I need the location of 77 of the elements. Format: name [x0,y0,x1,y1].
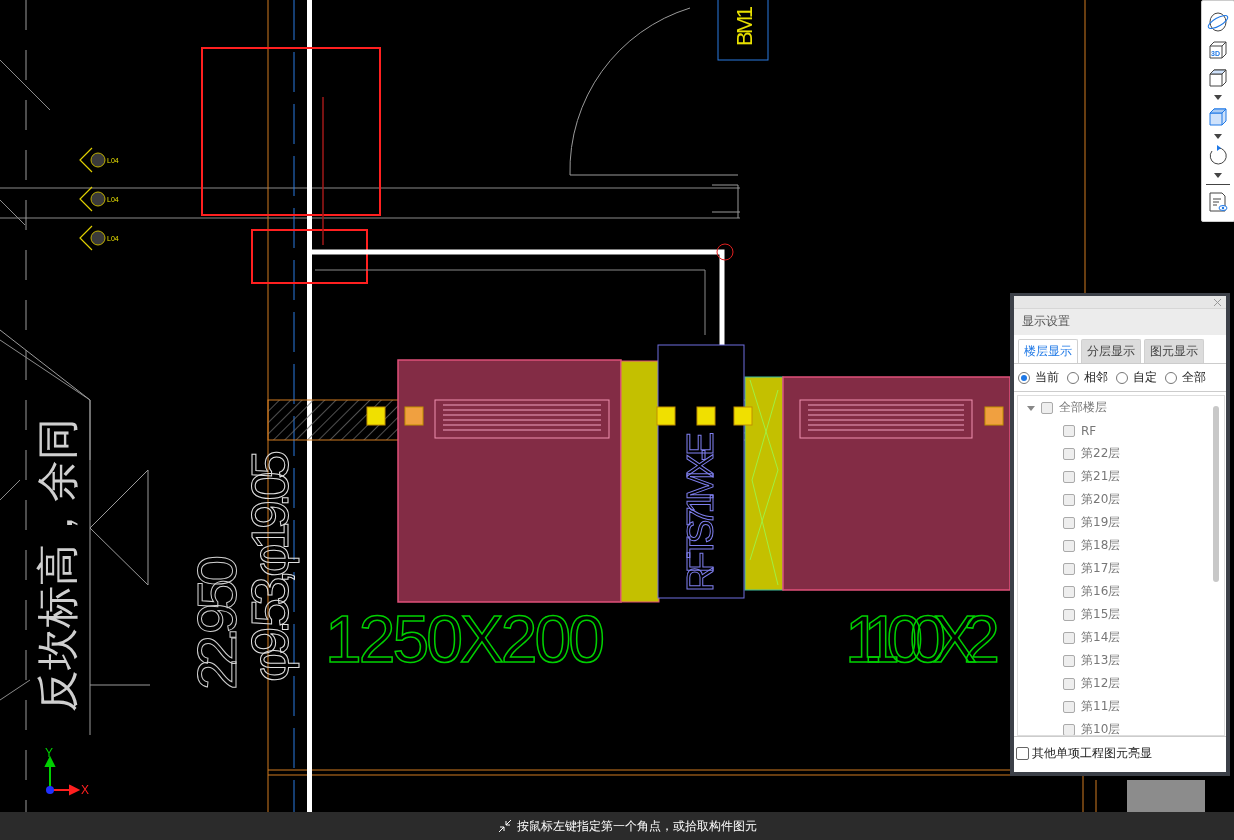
radio-label[interactable]: 当前 [1035,369,1059,386]
terminal-icon [656,406,676,426]
checkbox[interactable] [1063,516,1075,529]
orbit-icon [1207,11,1229,33]
checkbox[interactable] [1063,424,1075,437]
floor-label[interactable]: 第14层 [1081,629,1121,646]
terminal-icon [404,406,424,426]
floor-label[interactable]: 第16层 [1081,583,1121,600]
checkbox[interactable] [1063,562,1075,575]
floor-label[interactable]: 第13层 [1081,652,1121,669]
floor-label[interactable]: 第20层 [1081,491,1121,508]
close-button[interactable] [1213,297,1222,307]
checkbox[interactable] [1063,585,1075,598]
checkbox[interactable] [1063,677,1075,690]
floor-label[interactable]: RF [1081,423,1097,438]
radio-label[interactable]: 相邻 [1084,369,1108,386]
checkbox[interactable] [1063,654,1075,667]
close-icon [1214,298,1221,306]
checkbox-label[interactable]: 其他单项工程图元亮显 [1032,745,1152,762]
floor-label[interactable]: 第18层 [1081,537,1121,554]
rotate-icon [1207,145,1229,167]
note-text: 反坎标高，余同 [33,418,82,712]
checkbox[interactable] [1016,747,1029,760]
origin-icon [46,786,54,794]
cube-icon [1207,106,1229,128]
radio-button[interactable] [1067,371,1079,384]
tag-bracket-icon [79,225,93,251]
unit-label: RFTS71MX-E [680,432,721,592]
tab[interactable]: 分层显示 [1081,339,1141,363]
terminal-icon [696,406,716,426]
duct-size-text: 1100X2 [845,602,1000,676]
floor-label[interactable]: 第19层 [1081,514,1121,531]
checkbox[interactable] [1063,470,1075,483]
view-button[interactable] [1205,9,1231,35]
checkbox[interactable] [1041,401,1053,414]
tag-marker-icon [90,191,106,207]
axis-label: Y [45,746,53,760]
tag-marker-icon [90,230,106,246]
tag-bracket-icon [79,147,93,173]
terminal-icon [366,406,386,426]
equipment-label: BM1 [732,6,757,46]
tab[interactable]: 楼层显示 [1018,339,1078,363]
collapse-arrows-icon [497,819,512,833]
duct-size-text: 1250X200 [325,602,605,676]
checkbox[interactable] [1063,539,1075,552]
tab[interactable]: 图元显示 [1144,339,1204,363]
floor-label[interactable]: 第12层 [1081,675,1121,692]
axis-label: X [81,783,89,797]
terminal-icon [733,406,753,426]
checkbox[interactable] [1063,493,1075,506]
checkbox[interactable] [1063,608,1075,621]
marker-icon [716,243,734,261]
list-settings-icon [1207,191,1229,213]
tag-marker-icon [90,152,106,168]
checkbox[interactable] [1063,700,1075,713]
floor-label[interactable]: 第21层 [1081,468,1121,485]
checkbox[interactable] [1063,631,1075,644]
terminal-icon [984,406,1004,426]
radio-button[interactable] [1018,371,1030,384]
radio-label[interactable]: 全部 [1182,369,1206,386]
scrollbar[interactable] [1213,406,1219,582]
floor-label[interactable]: 第11层 [1081,698,1121,715]
cube-icon [1207,67,1229,89]
label-frame [717,0,769,61]
status-prompt: 按鼠标左键指定第一个角点，或拾取构件图元 [516,817,757,835]
floor-label[interactable]: 全部楼层 [1059,399,1107,416]
tag-bracket-icon [79,186,93,212]
radio-button[interactable] [1165,371,1177,384]
panel-title: 显示设置 [1014,308,1226,335]
radio-label[interactable]: 自定 [1133,369,1157,386]
checkbox[interactable] [1063,447,1075,460]
checkbox[interactable] [1063,723,1075,735]
floor-label[interactable]: 第15层 [1081,606,1121,623]
floor-label[interactable]: 第10层 [1081,721,1121,735]
floor-label[interactable]: 第22层 [1081,445,1121,462]
floor-label[interactable]: 第17层 [1081,560,1121,577]
radio-button[interactable] [1116,371,1128,384]
